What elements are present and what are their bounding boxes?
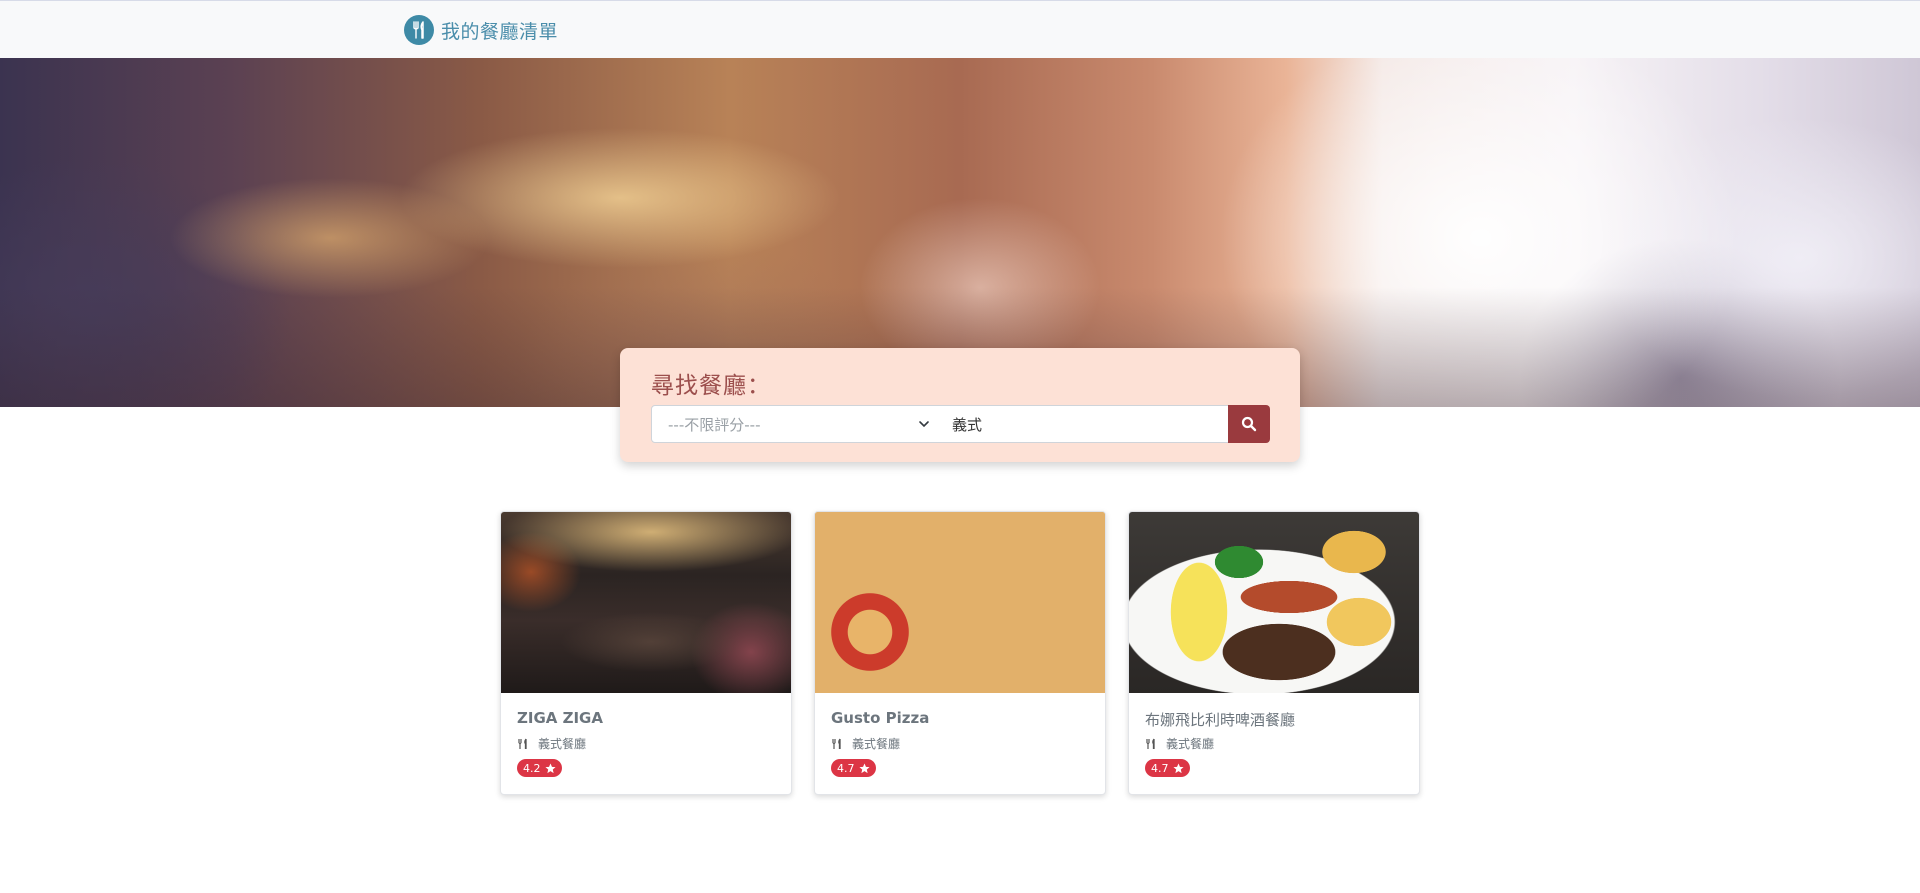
category-label: 義式餐廳: [852, 737, 901, 751]
restaurant-name: ZIGA ZIGA: [517, 709, 603, 727]
search-button[interactable]: [1228, 405, 1270, 443]
navbar: 我的餐廳清單: [0, 1, 1920, 58]
rating-value: 4.2: [523, 761, 541, 775]
restaurant-image[interactable]: [815, 512, 1105, 693]
rating-badge: 4.2: [517, 759, 562, 777]
category-label: 義式餐廳: [1166, 737, 1215, 751]
rating-filter-select[interactable]: ---不限評分---: [651, 405, 941, 443]
restaurant-card[interactable]: ZIGA ZIGA 義式餐廳 4.2: [500, 511, 792, 795]
restaurant-card[interactable]: 布娜飛比利時啤酒餐廳 義式餐廳 4.7: [1128, 511, 1420, 795]
star-icon: [544, 763, 556, 773]
search-title: 尋找餐廳：: [651, 373, 771, 399]
restaurant-list: ZIGA ZIGA 義式餐廳 4.2 Gusto Pizza 義式餐廳 4.7 …: [500, 511, 1420, 795]
rating-badge: 4.7: [831, 759, 876, 777]
category-label: 義式餐廳: [538, 737, 587, 751]
utensils-icon: [404, 15, 434, 45]
utensils-icon: [1146, 738, 1155, 749]
rating-value: 4.7: [1151, 761, 1169, 775]
star-icon: [858, 763, 870, 773]
brand-title: 我的餐廳清單: [441, 20, 559, 43]
search-panel: 尋找餐廳： ---不限評分---: [620, 348, 1300, 462]
rating-value: 4.7: [837, 761, 855, 775]
brand-link[interactable]: 我的餐廳清單: [404, 14, 558, 46]
restaurant-card[interactable]: Gusto Pizza 義式餐廳 4.7: [814, 511, 1106, 795]
rating-badge: 4.7: [1145, 759, 1190, 777]
restaurant-image[interactable]: [1129, 512, 1419, 693]
chevron-down-icon: [919, 421, 929, 428]
restaurant-name: 布娜飛比利時啤酒餐廳: [1145, 711, 1296, 729]
restaurant-category: 義式餐廳: [1145, 735, 1214, 752]
utensils-icon: [832, 738, 841, 749]
search-icon: [1241, 416, 1257, 432]
restaurant-category: 義式餐廳: [517, 735, 586, 752]
utensils-icon: [518, 738, 527, 749]
restaurant-image[interactable]: [501, 512, 791, 693]
restaurant-category: 義式餐廳: [831, 735, 900, 752]
rating-filter-value: ---不限評分---: [668, 415, 761, 434]
restaurant-name: Gusto Pizza: [831, 709, 930, 727]
keyword-search-input[interactable]: [940, 405, 1230, 443]
star-icon: [1172, 763, 1184, 773]
